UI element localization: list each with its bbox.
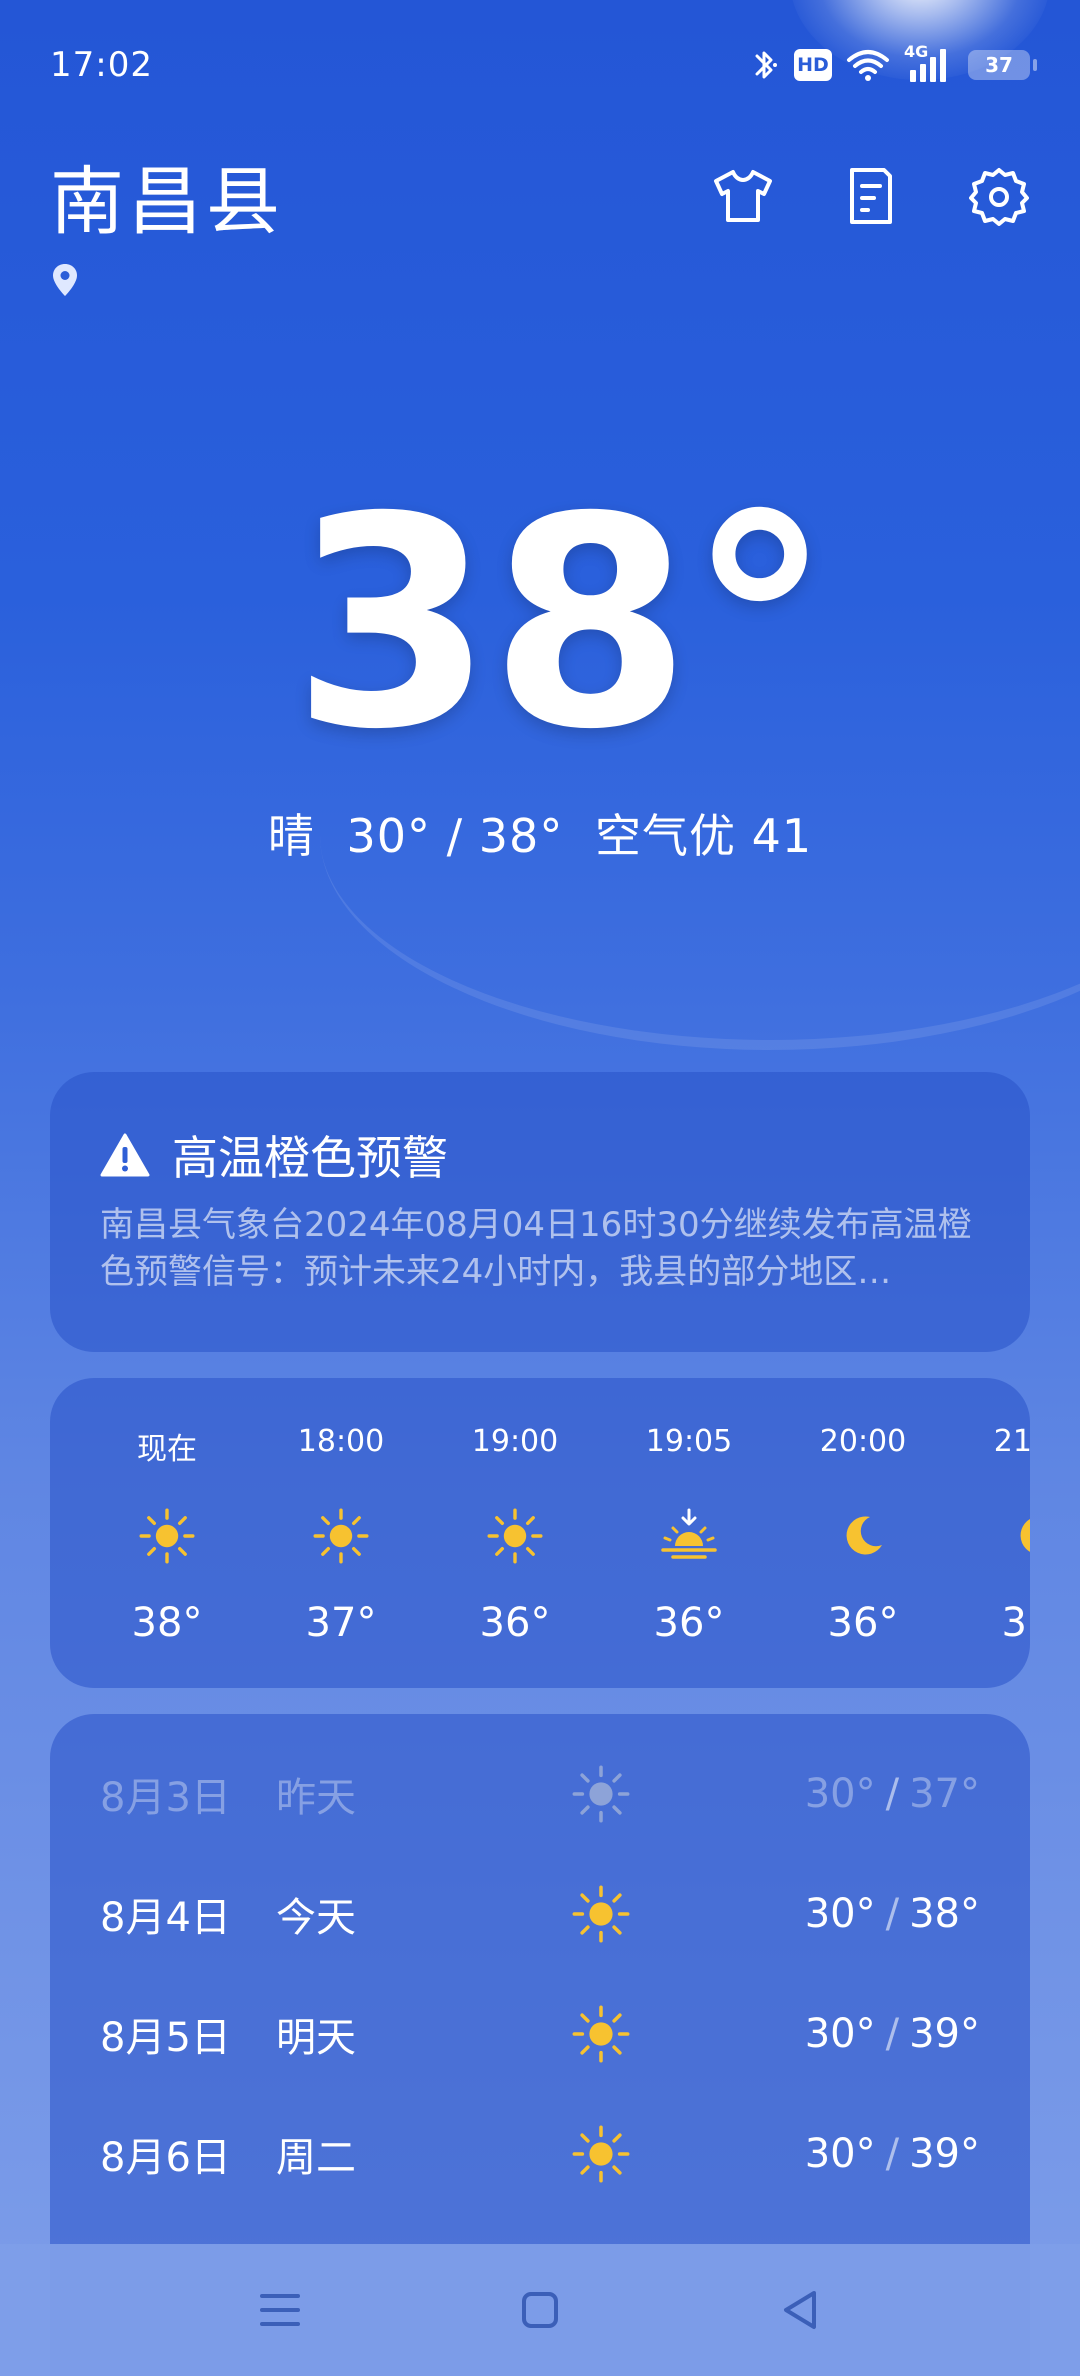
current-temperature: 38° [291,456,833,793]
location-pin-icon [52,263,1030,301]
gear-icon [969,168,1029,226]
sun-icon [516,1765,686,1823]
status-icons: HD 4G 37 [750,42,1037,84]
system-nav-bar [0,2244,1080,2376]
hourly-temperature: 35° [1001,1600,1030,1646]
alert-title: 高温橙色预警 [172,1131,448,1185]
today-range: 30° / 38° [346,809,564,863]
daily-high: 37° [909,1771,980,1817]
status-bar: 17:02 HD 4G 37 [50,40,1037,90]
back-button[interactable] [768,2278,832,2342]
status-time: 17:02 [50,45,153,85]
back-triangle-icon [784,2291,816,2329]
daily-day-name: 周二 [276,2135,356,2181]
dressing-index-button[interactable] [712,165,774,227]
hourly-time: 20:00 [819,1424,907,1459]
daily-date: 8月3日 [100,1775,231,1821]
battery-icon: 37 [968,50,1037,80]
sun-icon [516,1885,686,1943]
hourly-temperature: 37° [305,1600,377,1646]
range-separator: / [885,2131,900,2177]
hourly-item: 19:05 36° [602,1424,776,1646]
hourly-time: 18:00 [297,1424,385,1459]
hourly-item: 18:00 37° [254,1424,428,1646]
daily-forecast-row[interactable]: 8月4日 今天 30°/38° [100,1884,980,1944]
range-separator: / [885,1891,900,1937]
daily-day-name: 明天 [276,2015,356,2061]
weather-screen: 17:02 HD 4G 37 南昌县 38° 晴 30° / 38° 空气优 4… [0,0,1080,2376]
daily-forecast-row[interactable]: 8月6日 周二 30°/39° [100,2124,980,2184]
air-quality: 空气优 41 [594,809,813,863]
hourly-forecast-row: 现在 38° 18:00 37° 19:00 36° 19:05 36° 20:00 36° 21:… [80,1424,1030,1646]
daily-low: 30° [804,2011,876,2057]
hourly-item: 20:00 36° [776,1424,950,1646]
daily-temperature-range: 30°/39° [805,2011,980,2057]
hourly-item: 现在 38° [80,1424,254,1646]
range-separator: / [885,1771,900,1817]
weather-alert-card[interactable]: 高温橙色预警 南昌县气象台2024年08月04日16时30分继续发布高温橙色预警… [50,1072,1030,1352]
tshirt-icon [714,170,772,222]
hourly-time: 现在 [137,1432,197,1467]
weather-summary[interactable]: 晴 30° / 38° 空气优 41 [0,800,1080,866]
daily-low: 30° [804,1771,876,1817]
daily-day-name: 今天 [276,1895,356,1941]
daily-date: 8月4日 [100,1895,231,1941]
daily-day-name: 昨天 [276,1775,356,1821]
current-condition: 晴 [267,809,315,863]
alert-body: 南昌县气象台2024年08月04日16时30分继续发布高温橙色预警信号：预计未来… [100,1205,972,1292]
header: 南昌县 [50,165,1030,301]
warning-triangle-icon [100,1133,150,1177]
sun-icon [139,1506,195,1566]
hourly-time: 21:00 [993,1424,1030,1459]
daily-forecast-row[interactable]: 8月5日 明天 30°/39° [100,2004,980,2064]
daily-temperature-range: 30°/38° [805,1891,980,1937]
hourly-item: 19:00 36° [428,1424,602,1646]
hourly-item: 21:00 35° [950,1424,1030,1646]
menu-icon [260,2294,300,2326]
daily-low: 30° [804,2131,876,2177]
cellular-signal-icon: 4G [904,42,954,84]
hourly-time: 19:05 [645,1424,733,1459]
home-button[interactable] [508,2278,572,2342]
daily-forecast-row[interactable]: 8月3日 昨天 30°/37° [100,1764,980,1824]
daily-high: 39° [909,2131,980,2177]
wifi-icon [846,48,890,82]
daily-temperature-range: 30°/37° [805,1771,980,1817]
alert-title-row: 高温橙色预警 [100,1122,448,1188]
hourly-time: 19:00 [471,1424,559,1459]
settings-button[interactable] [968,165,1030,227]
sun-icon [516,2005,686,2063]
daily-date: 8月6日 [100,2135,231,2181]
moon-icon [840,1506,886,1566]
recent-apps-button[interactable] [248,2278,312,2342]
daily-low: 30° [804,1891,876,1937]
range-separator: / [885,2011,900,2057]
hourly-temperature: 36° [479,1600,551,1646]
sunset-icon [659,1506,719,1566]
sun-icon [487,1506,543,1566]
bluetooth-icon [750,46,780,84]
hourly-temperature: 38° [131,1600,203,1646]
city-manage-button[interactable] [840,165,902,227]
header-actions [712,165,1030,227]
moon-icon [1014,1506,1030,1566]
daily-high: 38° [909,1891,980,1937]
hourly-temperature: 36° [653,1600,725,1646]
daily-date: 8月5日 [100,2015,231,2061]
square-icon [522,2292,558,2328]
sun-icon [516,2125,686,2183]
notes-icon [850,168,892,224]
hourly-forecast-card[interactable]: 现在 38° 18:00 37° 19:00 36° 19:05 36° 20:00 36° 21:… [50,1378,1030,1688]
hd-voice-icon: HD [794,49,832,81]
hourly-temperature: 36° [827,1600,899,1646]
sun-icon [313,1506,369,1566]
battery-level: 37 [985,53,1013,77]
daily-temperature-range: 30°/39° [805,2131,980,2177]
daily-high: 39° [909,2011,980,2057]
